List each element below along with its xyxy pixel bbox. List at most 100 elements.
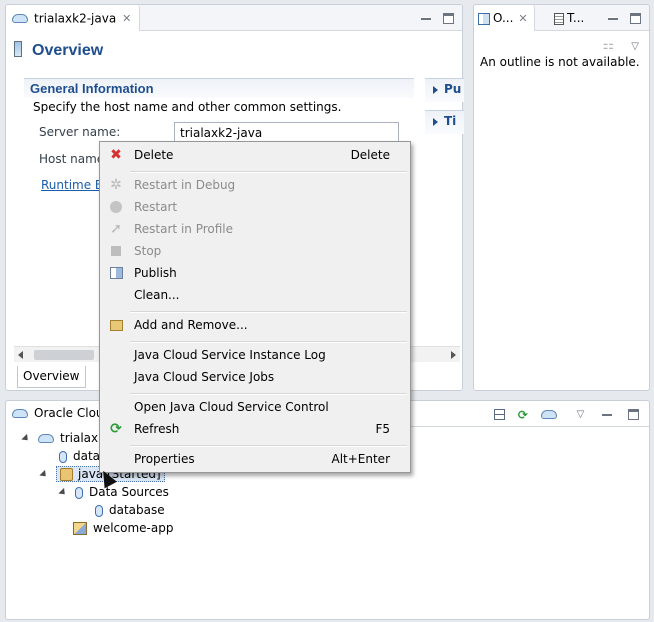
close-icon[interactable]: ✕	[518, 12, 527, 25]
collapse-all-icon[interactable]	[494, 409, 506, 420]
database-icon	[59, 450, 67, 463]
tab-outline[interactable]: O... ✕	[474, 5, 535, 31]
page-title: Overview	[14, 41, 103, 60]
side-section-publishing[interactable]: Pu	[425, 78, 464, 102]
tree-expanded-icon[interactable]	[39, 469, 49, 480]
menu-item-clean[interactable]: Clean...	[103, 284, 407, 306]
tree-nodes-icon[interactable]: ⚏	[602, 38, 614, 53]
general-info-section-header[interactable]: General Information	[24, 78, 414, 98]
menu-item-open-control[interactable]: Open Java Cloud Service Control	[103, 396, 407, 418]
tree-node-database[interactable]: database	[95, 501, 165, 519]
cloud-toolbar: ⟳ ▽	[485, 407, 639, 422]
side-section-label: Pu	[444, 82, 462, 96]
menu-item-label: Restart	[134, 200, 178, 214]
outline-window-buttons	[596, 11, 641, 25]
menu-item-restart-debug[interactable]: ✲ Restart in Debug	[103, 174, 407, 196]
menu-item-add-remove[interactable]: Add and Remove...	[103, 314, 407, 336]
database-icon	[75, 486, 83, 499]
editor-tab-label: trialaxk2-java	[34, 11, 117, 26]
editor-tab[interactable]: trialaxk2-java ✕	[6, 5, 141, 31]
page-title-text: Overview	[32, 42, 104, 59]
outline-message: An outline is not available.	[480, 55, 640, 69]
tree-node-label: data	[73, 449, 101, 463]
menu-item-shortcut: Delete	[350, 148, 390, 162]
tree-node-label: welcome-app	[93, 521, 174, 535]
menu-item-label: Restart in Debug	[134, 178, 236, 192]
side-section-label: Ti	[444, 114, 457, 128]
menu-item-shortcut: F5	[375, 422, 390, 436]
menu-item-restart[interactable]: Restart	[103, 196, 407, 218]
tree-expanded-icon[interactable]	[58, 487, 68, 498]
menu-separator	[130, 171, 407, 173]
maximize-icon[interactable]	[630, 13, 641, 24]
minimize-icon[interactable]	[421, 17, 431, 20]
menu-item-stop[interactable]: Stop	[103, 240, 407, 262]
tree-node-label: Data Sources	[89, 485, 169, 499]
tab-tasks[interactable]: T...	[550, 5, 588, 31]
menu-separator	[130, 311, 407, 313]
menu-item-instance-log[interactable]: Java Cloud Service Instance Log	[103, 344, 407, 366]
refresh-icon[interactable]: ⟳	[518, 408, 528, 422]
maximize-icon[interactable]	[443, 13, 454, 24]
menu-item-label: Stop	[134, 244, 162, 258]
menu-separator	[130, 445, 407, 447]
menu-item-jobs[interactable]: Java Cloud Service Jobs	[103, 366, 407, 388]
view-menu-icon[interactable]: ▽	[631, 41, 639, 52]
web-app-icon	[73, 522, 87, 535]
menu-item-restart-profile[interactable]: ➚ Restart in Profile	[103, 218, 407, 240]
view-menu-icon[interactable]: ▽	[577, 409, 585, 420]
publish-icon	[108, 265, 124, 281]
cloud-icon	[12, 409, 28, 418]
task-list-icon	[554, 12, 564, 25]
server-icon	[14, 41, 22, 57]
refresh-icon: ⟳	[110, 421, 122, 437]
delete-icon: ✖	[110, 147, 122, 163]
editor-tab-bar: trialaxk2-java ✕	[6, 5, 462, 31]
menu-item-label: Delete	[134, 148, 174, 162]
outline-toolbar: ⚏ ▽	[602, 38, 639, 53]
menu-separator	[130, 341, 407, 343]
menu-item-label: Refresh	[134, 422, 180, 436]
tree-node-data[interactable]: data	[59, 447, 100, 465]
outline-icon	[478, 12, 490, 25]
cloud-icon	[38, 434, 54, 443]
general-info-description: Specify the host name and other common s…	[33, 100, 342, 114]
menu-item-label: Properties	[134, 452, 195, 466]
menu-item-label: Add and Remove...	[134, 318, 248, 332]
tree-node-app[interactable]: welcome-app	[73, 519, 173, 537]
outline-tab-bar: O... ✕ T...	[474, 5, 649, 31]
server-name-input[interactable]	[174, 122, 399, 143]
menu-item-properties[interactable]: Properties Alt+Enter	[103, 448, 407, 470]
outline-panel: O... ✕ T... ⚏ ▽ An outline is not availab…	[473, 4, 650, 391]
cloud-connect-icon[interactable]	[540, 410, 557, 419]
debug-icon: ✲	[110, 177, 122, 193]
tree-node-data-sources[interactable]: Data Sources	[58, 483, 169, 501]
tasks-tab-label: T...	[567, 11, 585, 25]
expand-icon	[433, 85, 438, 94]
menu-item-label: Clean...	[134, 288, 180, 302]
tree-expanded-icon[interactable]	[21, 433, 31, 444]
server-name-label: Server name:	[39, 125, 121, 139]
scrollbar-thumb[interactable]	[34, 350, 94, 360]
maximize-icon[interactable]	[628, 409, 639, 420]
editor-window-buttons	[409, 11, 454, 25]
close-icon[interactable]: ✕	[122, 12, 131, 25]
menu-item-publish[interactable]: Publish	[103, 262, 407, 284]
minimize-icon[interactable]	[608, 17, 618, 20]
scroll-left-icon[interactable]	[18, 351, 23, 359]
tab-overview[interactable]: Overview	[17, 366, 86, 388]
tree-node-label: database	[109, 503, 165, 517]
menu-item-delete[interactable]: ✖ Delete Delete	[103, 144, 407, 166]
scroll-right-icon[interactable]	[451, 351, 456, 359]
add-remove-icon	[108, 317, 124, 333]
minimize-icon[interactable]	[602, 413, 613, 416]
menu-item-label: Java Cloud Service Jobs	[134, 370, 275, 384]
profile-icon: ➚	[110, 221, 122, 237]
restart-icon	[108, 199, 124, 215]
menu-item-label: Publish	[134, 266, 177, 280]
side-section-timeouts[interactable]: Ti	[425, 110, 464, 134]
menu-item-refresh[interactable]: ⟳ Refresh F5	[103, 418, 407, 440]
java-icon	[60, 468, 73, 481]
menu-item-label: Java Cloud Service Instance Log	[134, 348, 326, 362]
outline-tab-label: O...	[493, 11, 514, 25]
